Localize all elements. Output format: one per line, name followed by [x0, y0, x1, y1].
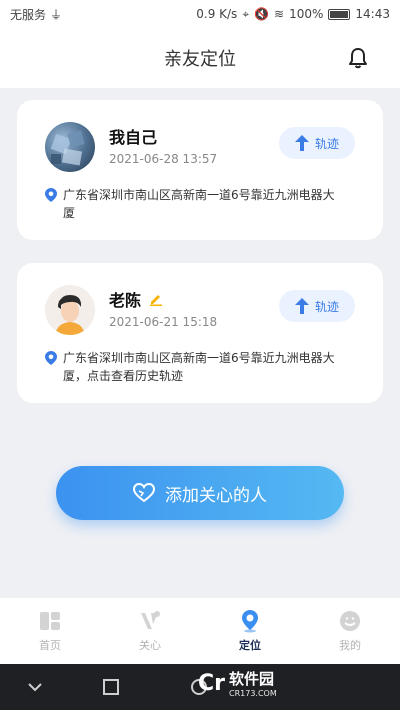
network-speed: 0.9 K/s — [196, 7, 238, 21]
profile-icon — [340, 611, 360, 631]
home-icon — [40, 612, 60, 630]
watermark-site: CR173.COM — [229, 689, 277, 698]
watermark-brand: 软件园 — [229, 670, 275, 688]
location-icon — [242, 610, 258, 633]
contact-card[interactable]: 我自己 2021-06-28 13:57 轨迹 广东省深圳市南山区高新南一道6号… — [17, 100, 383, 240]
contact-time: 2021-06-28 13:57 — [109, 152, 218, 166]
header: 亲友定位 — [0, 28, 400, 88]
contact-name: 我自己 — [109, 128, 158, 147]
battery-percent: 100% — [289, 7, 324, 21]
tab-care[interactable]: 关心 — [100, 598, 200, 664]
bottom-tab-bar: 首页 关心 定位 我的 — [0, 598, 400, 664]
avatar — [45, 285, 95, 335]
battery-icon — [328, 8, 351, 20]
tab-profile[interactable]: 我的 — [300, 598, 400, 664]
watermark-mark-icon: Cr — [198, 670, 225, 696]
location-pin-icon — [45, 188, 57, 202]
contact-card[interactable]: 老陈 2021-06-21 15:18 轨迹 广东省深圳市南山区高新南一道6号靠… — [17, 263, 383, 403]
tab-home[interactable]: 首页 — [0, 598, 100, 664]
nav-square-icon[interactable] — [102, 678, 120, 696]
clock: 14:43 — [355, 7, 390, 21]
bell-icon[interactable] — [346, 46, 370, 70]
carrier-label: 无服务 — [10, 7, 47, 22]
contact-time: 2021-06-21 15:18 — [109, 315, 218, 329]
tab-location[interactable]: 定位 — [200, 598, 300, 664]
track-arrow-icon — [294, 135, 309, 151]
mute-icon: 🔇 — [254, 7, 270, 21]
track-button[interactable]: 轨迹 — [279, 290, 355, 322]
care-icon — [141, 611, 160, 629]
status-bar: 无服务 ⏚ 0.9 K/s ⌖ 🔇 ≋ 100% 14:43 — [0, 0, 400, 28]
watermark-logo: Cr 软件园 CR173.COM — [198, 668, 277, 698]
contact-name: 老陈 — [109, 287, 163, 311]
contact-address[interactable]: 广东省深圳市南山区高新南一道6号靠近九洲电器大厦，点击查看历史轨迹 — [45, 349, 345, 385]
track-button[interactable]: 轨迹 — [279, 127, 355, 159]
avatar — [45, 122, 95, 172]
page-title: 亲友定位 — [164, 49, 236, 70]
track-arrow-icon — [294, 298, 309, 314]
wifi-icon: ≋ — [274, 7, 285, 21]
nav-back-chevron-icon[interactable] — [26, 678, 44, 696]
usb-icon: ⏚ — [50, 7, 63, 22]
edit-icon[interactable] — [149, 292, 163, 306]
location-pin-icon — [45, 351, 57, 365]
location-status-icon: ⌖ — [242, 6, 250, 21]
add-care-person-button[interactable]: 添加关心的人 — [56, 466, 344, 520]
heart-icon — [133, 483, 155, 503]
contact-address: 广东省深圳市南山区高新南一道6号靠近九洲电器大厦 — [45, 186, 345, 222]
